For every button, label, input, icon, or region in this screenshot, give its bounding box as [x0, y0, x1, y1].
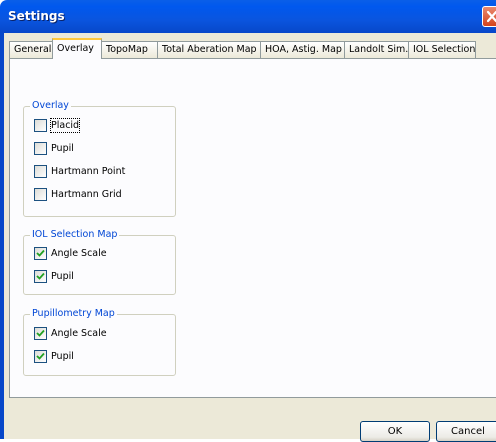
title-bar[interactable]: Settings	[0, 0, 496, 33]
checkbox-label: Pupil	[51, 351, 74, 362]
checkbox-label: Angle Scale	[51, 328, 107, 339]
iol-selection-map-group-title: IOL Selection Map	[30, 229, 120, 241]
tab-topomap[interactable]: TopoMap	[101, 41, 158, 58]
close-button[interactable]	[482, 6, 496, 27]
overlay-tab-page: Overlay Placid Pupil Hartmann Point Hart…	[9, 58, 496, 398]
checkbox-box[interactable]	[34, 188, 47, 201]
pupillometry-map-group: Pupillometry Map Angle Scale Pupil	[23, 308, 176, 376]
checkbox-label: Placid	[49, 118, 81, 133]
overlay-group: Overlay Placid Pupil Hartmann Point Hart…	[23, 100, 176, 217]
tab-general[interactable]: General	[9, 41, 53, 58]
checkmark-icon	[36, 352, 45, 360]
checkmark-icon	[36, 272, 45, 280]
checkbox-box[interactable]	[34, 247, 47, 260]
close-icon	[486, 10, 496, 23]
iol-selection-map-group: IOL Selection Map Angle Scale Pupil	[23, 229, 176, 295]
checkbox-label: Hartmann Point	[51, 166, 126, 177]
checkbox-box[interactable]	[34, 270, 47, 283]
checkbox-box[interactable]	[34, 350, 47, 363]
dialog-body: General Overlay TopoMap Total Aberation …	[0, 33, 496, 442]
checkbox-box[interactable]	[34, 327, 47, 340]
checkbox-label: Pupil	[51, 143, 74, 154]
checkbox-box[interactable]	[34, 142, 47, 155]
tab-iol-selection[interactable]: IOL Selection	[408, 41, 476, 58]
checkbox-label: Pupil	[51, 271, 74, 282]
checkbox-box[interactable]	[34, 165, 47, 178]
tab-hoa-astig-map[interactable]: HOA, Astig. Map	[260, 41, 345, 58]
tab-total-aberation-map[interactable]: Total Aberation Map	[157, 41, 261, 58]
pupillometry-map-group-title: Pupillometry Map	[30, 308, 117, 320]
checkbox-label: Angle Scale	[51, 248, 107, 259]
overlay-group-title: Overlay	[30, 100, 71, 112]
checkbox-label: Hartmann Grid	[51, 189, 122, 200]
tab-overlay[interactable]: Overlay	[52, 38, 102, 59]
checkmark-icon	[36, 329, 45, 337]
checkmark-icon	[36, 249, 45, 257]
checkbox-box[interactable]	[34, 119, 47, 132]
window-title: Settings	[8, 9, 65, 23]
tab-landolt-sim[interactable]: Landolt Sim.	[344, 41, 409, 58]
